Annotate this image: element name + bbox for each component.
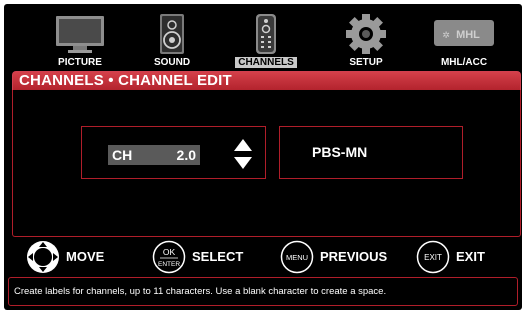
mhl-logo-icon: MHL ✲ [434,20,494,46]
menu-label-picture: PICTURE [58,57,102,68]
channel-edit-panel: CH 2.0 PBS-MN [12,90,521,237]
menu-label-mhl-acc: MHL/ACC [440,57,488,68]
exit-control: EXIT EXIT [416,238,506,276]
menu-item-sound[interactable]: SOUND [132,10,212,68]
exit-button-icon: EXIT [416,240,450,274]
menu-button-icon: MENU [280,240,314,274]
menu-item-picture[interactable]: PICTURE [40,10,120,68]
enter-text: ENTER [158,261,180,268]
svg-text:✲: ✲ [442,31,450,41]
up-down-arrows[interactable] [233,138,253,170]
channel-selector-box: CH 2.0 [81,126,266,179]
exit-text: EXIT [424,253,442,262]
exit-label: EXIT [456,249,485,264]
channel-name-value: PBS-MN [312,144,368,160]
menu-text: MENU [286,253,308,262]
menu-item-setup[interactable]: SETUP [326,10,406,68]
select-control: OK ENTER SELECT [152,238,262,276]
channel-number-field[interactable]: CH 2.0 [108,145,200,165]
gear-icon [346,14,386,54]
remote-control-icon [256,14,276,54]
menu-label-setup: SETUP [349,57,383,68]
arrow-up-icon[interactable] [234,139,252,151]
help-text: Create labels for channels, up to 11 cha… [14,286,387,297]
title-bar: CHANNELS • CHANNEL EDIT [12,71,521,90]
menu-item-channels[interactable]: CHANNELS [226,10,306,68]
tv-osd-screen: PICTURE SOUND CHANNELS SETUP MHL ✲ MHL/A… [4,4,522,310]
ok-text: OK [163,247,176,257]
mhl-logo-text: MHL [456,29,480,41]
menu-item-mhl-acc[interactable]: MHL ✲ MHL/ACC [424,10,504,68]
page-title: CHANNELS • CHANNEL EDIT [19,72,232,89]
arrow-down-icon[interactable] [234,157,252,169]
move-label: MOVE [66,249,105,264]
dpad-icon [27,241,59,273]
help-bar: Create labels for channels, up to 11 cha… [8,277,518,306]
menu-label-sound: SOUND [153,57,191,68]
previous-control: MENU PREVIOUS [280,238,400,276]
channel-name-box[interactable]: PBS-MN [279,126,463,179]
previous-label: PREVIOUS [320,249,388,264]
tv-monitor-icon [56,16,104,53]
menu-label-channels: CHANNELS [226,57,306,69]
select-label: SELECT [192,249,244,264]
ok-enter-button-icon: OK ENTER [152,240,186,274]
move-control: MOVE [26,238,136,276]
speaker-icon [160,14,184,54]
channel-label: CH [112,147,133,163]
channel-number: 2.0 [176,147,196,163]
